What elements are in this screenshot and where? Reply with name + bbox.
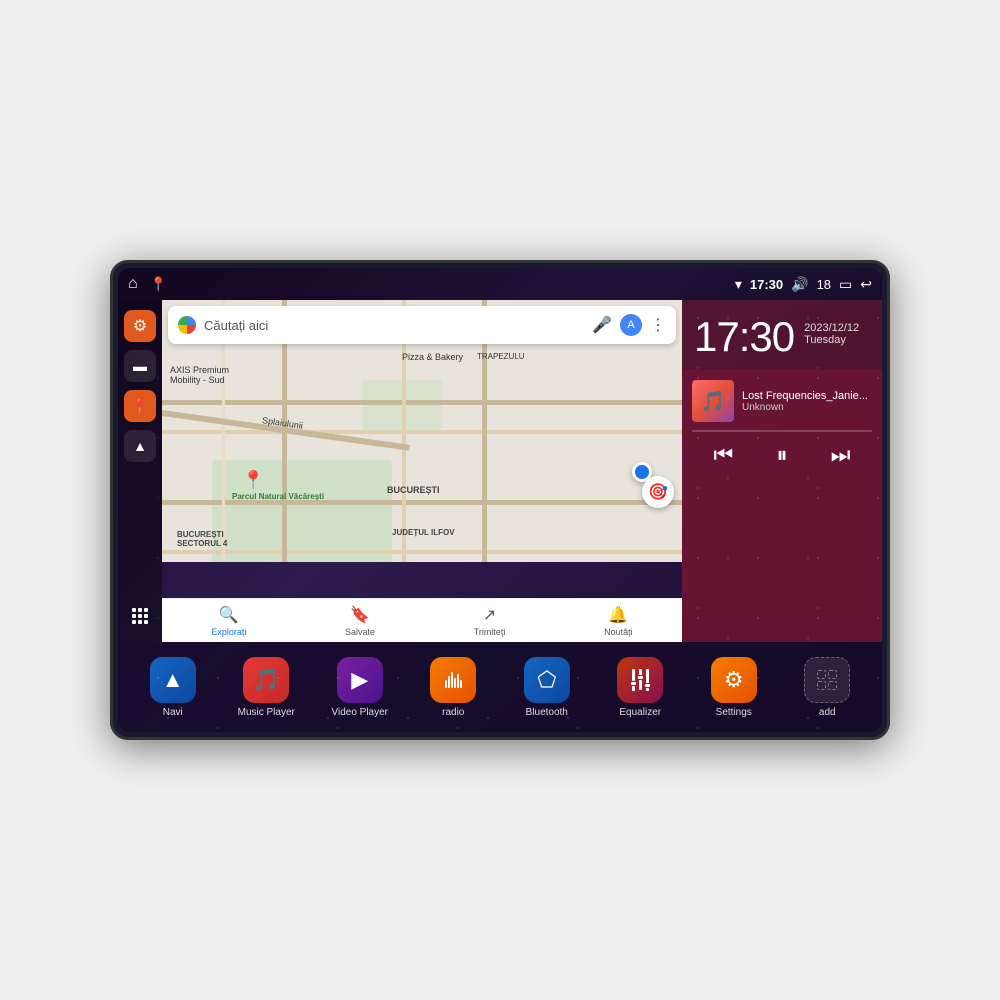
clock-widget: 17:30 2023/12/12 Tuesday bbox=[682, 300, 882, 370]
album-art: 🎵 bbox=[692, 380, 734, 422]
saved-tab-icon: 🔖 bbox=[350, 605, 370, 625]
status-bar-left: ⌂ 📍 bbox=[128, 275, 167, 293]
add-label: add bbox=[819, 707, 836, 718]
main-content: ⚙ ▬ 📍 ▲ bbox=[118, 300, 882, 642]
app-music-player[interactable]: 🎵 Music Player bbox=[236, 657, 296, 718]
battery-icon: ▭ bbox=[839, 276, 852, 293]
map-tab-saved[interactable]: 🔖 Salvate bbox=[345, 605, 375, 637]
map-background: Căutați aici 🎤 A ⋮ bbox=[162, 300, 682, 562]
nav-icon: ▲ bbox=[133, 438, 147, 454]
sidebar-settings-btn[interactable]: ⚙ bbox=[124, 310, 156, 342]
account-icon[interactable]: A bbox=[620, 314, 642, 336]
right-panel: 17:30 2023/12/12 Tuesday 🎵 Lost Frequenc… bbox=[682, 300, 882, 642]
map-settings-icon[interactable]: ⋮ bbox=[650, 315, 666, 335]
status-bar: ⌂ 📍 ▾ 17:30 🔊 18 ▭ ↩ bbox=[118, 268, 882, 300]
map-label-pizza: Pizza & Bakery bbox=[402, 352, 463, 362]
app-bluetooth[interactable]: ⬠ Bluetooth bbox=[517, 657, 577, 718]
prev-button[interactable]: ⏮ bbox=[714, 442, 734, 468]
mic-icon[interactable]: 🎤 bbox=[592, 315, 612, 335]
wifi-icon: ▾ bbox=[735, 276, 742, 293]
google-logo bbox=[178, 316, 196, 334]
news-tab-icon: 🔔 bbox=[608, 605, 628, 625]
app-add[interactable]: add bbox=[797, 657, 857, 718]
video-player-icon: ▶ bbox=[337, 657, 383, 703]
grid-icon bbox=[132, 608, 148, 624]
music-info: Lost Frequencies_Janie... Unknown bbox=[742, 390, 872, 413]
explore-tab-icon: 🔍 bbox=[219, 605, 239, 625]
device-screen: ⌂ 📍 ▾ 17:30 🔊 18 ▭ ↩ ⚙ ▬ bbox=[118, 268, 882, 732]
equalizer-label: Equalizer bbox=[619, 707, 661, 718]
saved-tab-label: Salvate bbox=[345, 627, 375, 637]
share-tab-label: Trimiteți bbox=[474, 627, 506, 637]
park-label: Parcul Natural Văcărești bbox=[232, 492, 324, 501]
map-pin-icon: 📍 bbox=[131, 398, 148, 415]
bluetooth-label: Bluetooth bbox=[526, 707, 568, 718]
music-now-playing: 🎵 Lost Frequencies_Janie... Unknown bbox=[692, 380, 872, 422]
map-search-bar[interactable]: Căutați aici 🎤 A ⋮ bbox=[168, 306, 676, 344]
explore-tab-label: Explorați bbox=[211, 627, 246, 637]
settings-icon: ⚙ bbox=[133, 316, 147, 336]
music-artist: Unknown bbox=[742, 402, 872, 413]
sidebar-grid-btn[interactable] bbox=[124, 600, 156, 632]
app-video-player[interactable]: ▶ Video Player bbox=[330, 657, 390, 718]
map-bottom-tabs: 🔍 Explorați 🔖 Salvate ↗ Trimiteți 🔔 Nout… bbox=[162, 598, 682, 642]
map-container[interactable]: Căutați aici 🎤 A ⋮ bbox=[162, 300, 682, 562]
music-controls: ⏮ ⏸ ⏭ bbox=[692, 442, 872, 468]
status-time: 17:30 bbox=[750, 277, 783, 292]
navi-icon: ▲ bbox=[150, 657, 196, 703]
music-title: Lost Frequencies_Janie... bbox=[742, 390, 872, 402]
radio-label: radio bbox=[442, 707, 464, 718]
clock-time: 17:30 bbox=[694, 316, 794, 358]
map-area: Căutați aici 🎤 A ⋮ bbox=[162, 300, 682, 642]
share-tab-icon: ↗ bbox=[483, 605, 496, 625]
music-widget: 🎵 Lost Frequencies_Janie... Unknown ⏮ ⏸ … bbox=[682, 370, 882, 642]
next-button[interactable]: ⏭ bbox=[831, 442, 851, 468]
add-icon bbox=[804, 657, 850, 703]
back-icon[interactable]: ↩ bbox=[860, 276, 872, 293]
map-tab-explore[interactable]: 🔍 Explorați bbox=[211, 605, 246, 637]
settings-app-icon: ⚙ bbox=[711, 657, 757, 703]
ilfov-label: JUDEȚUL ILFOV bbox=[392, 528, 455, 537]
device: ⌂ 📍 ▾ 17:30 🔊 18 ▭ ↩ ⚙ ▬ bbox=[110, 260, 890, 740]
map-label-axis: AXIS PremiumMobility - Sud bbox=[170, 365, 229, 385]
volume-icon: 🔊 bbox=[791, 276, 808, 293]
home-icon[interactable]: ⌂ bbox=[128, 275, 138, 293]
clock-date: 2023/12/12 bbox=[804, 322, 859, 334]
app-settings[interactable]: ⚙ Settings bbox=[704, 657, 764, 718]
settings-app-label: Settings bbox=[716, 707, 752, 718]
equalizer-icon bbox=[617, 657, 663, 703]
sidebar-files-btn[interactable]: ▬ bbox=[124, 350, 156, 382]
app-grid-row: ▲ Navi 🎵 Music Player ▶ Video Player bbox=[118, 642, 882, 732]
video-player-label: Video Player bbox=[331, 707, 388, 718]
sector4-label: BUCUREȘTISECTORUL 4 bbox=[177, 530, 227, 548]
app-radio[interactable]: radio bbox=[423, 657, 483, 718]
sidebar-nav-btn[interactable]: ▲ bbox=[124, 430, 156, 462]
files-icon: ▬ bbox=[133, 358, 147, 374]
navi-label: Navi bbox=[163, 707, 183, 718]
maps-status-icon[interactable]: 📍 bbox=[150, 276, 167, 293]
music-player-label: Music Player bbox=[238, 707, 295, 718]
battery-level: 18 bbox=[817, 277, 831, 292]
bluetooth-icon: ⬠ bbox=[524, 657, 570, 703]
sidebar-maps-btn[interactable]: 📍 bbox=[124, 390, 156, 422]
app-equalizer[interactable]: Equalizer bbox=[610, 657, 670, 718]
recenter-button[interactable]: 🎯 bbox=[642, 476, 674, 508]
pause-button[interactable]: ⏸ bbox=[776, 442, 787, 468]
park-marker: 📍 bbox=[242, 470, 264, 491]
map-tab-news[interactable]: 🔔 Noutăți bbox=[604, 605, 633, 637]
news-tab-label: Noutăți bbox=[604, 627, 633, 637]
clock-day: Tuesday bbox=[804, 334, 859, 346]
map-tab-share[interactable]: ↗ Trimiteți bbox=[474, 605, 506, 637]
status-bar-right: ▾ 17:30 🔊 18 ▭ ↩ bbox=[735, 276, 872, 293]
app-navi[interactable]: ▲ Navi bbox=[143, 657, 203, 718]
music-player-icon: 🎵 bbox=[243, 657, 289, 703]
map-search-input[interactable]: Căutați aici bbox=[204, 318, 584, 333]
bucharest-label: BUCUREȘTI bbox=[387, 485, 440, 495]
sidebar: ⚙ ▬ 📍 ▲ bbox=[118, 300, 162, 642]
music-progress-bar[interactable] bbox=[692, 430, 872, 432]
radio-icon bbox=[430, 657, 476, 703]
clock-date-info: 2023/12/12 Tuesday bbox=[804, 316, 859, 346]
